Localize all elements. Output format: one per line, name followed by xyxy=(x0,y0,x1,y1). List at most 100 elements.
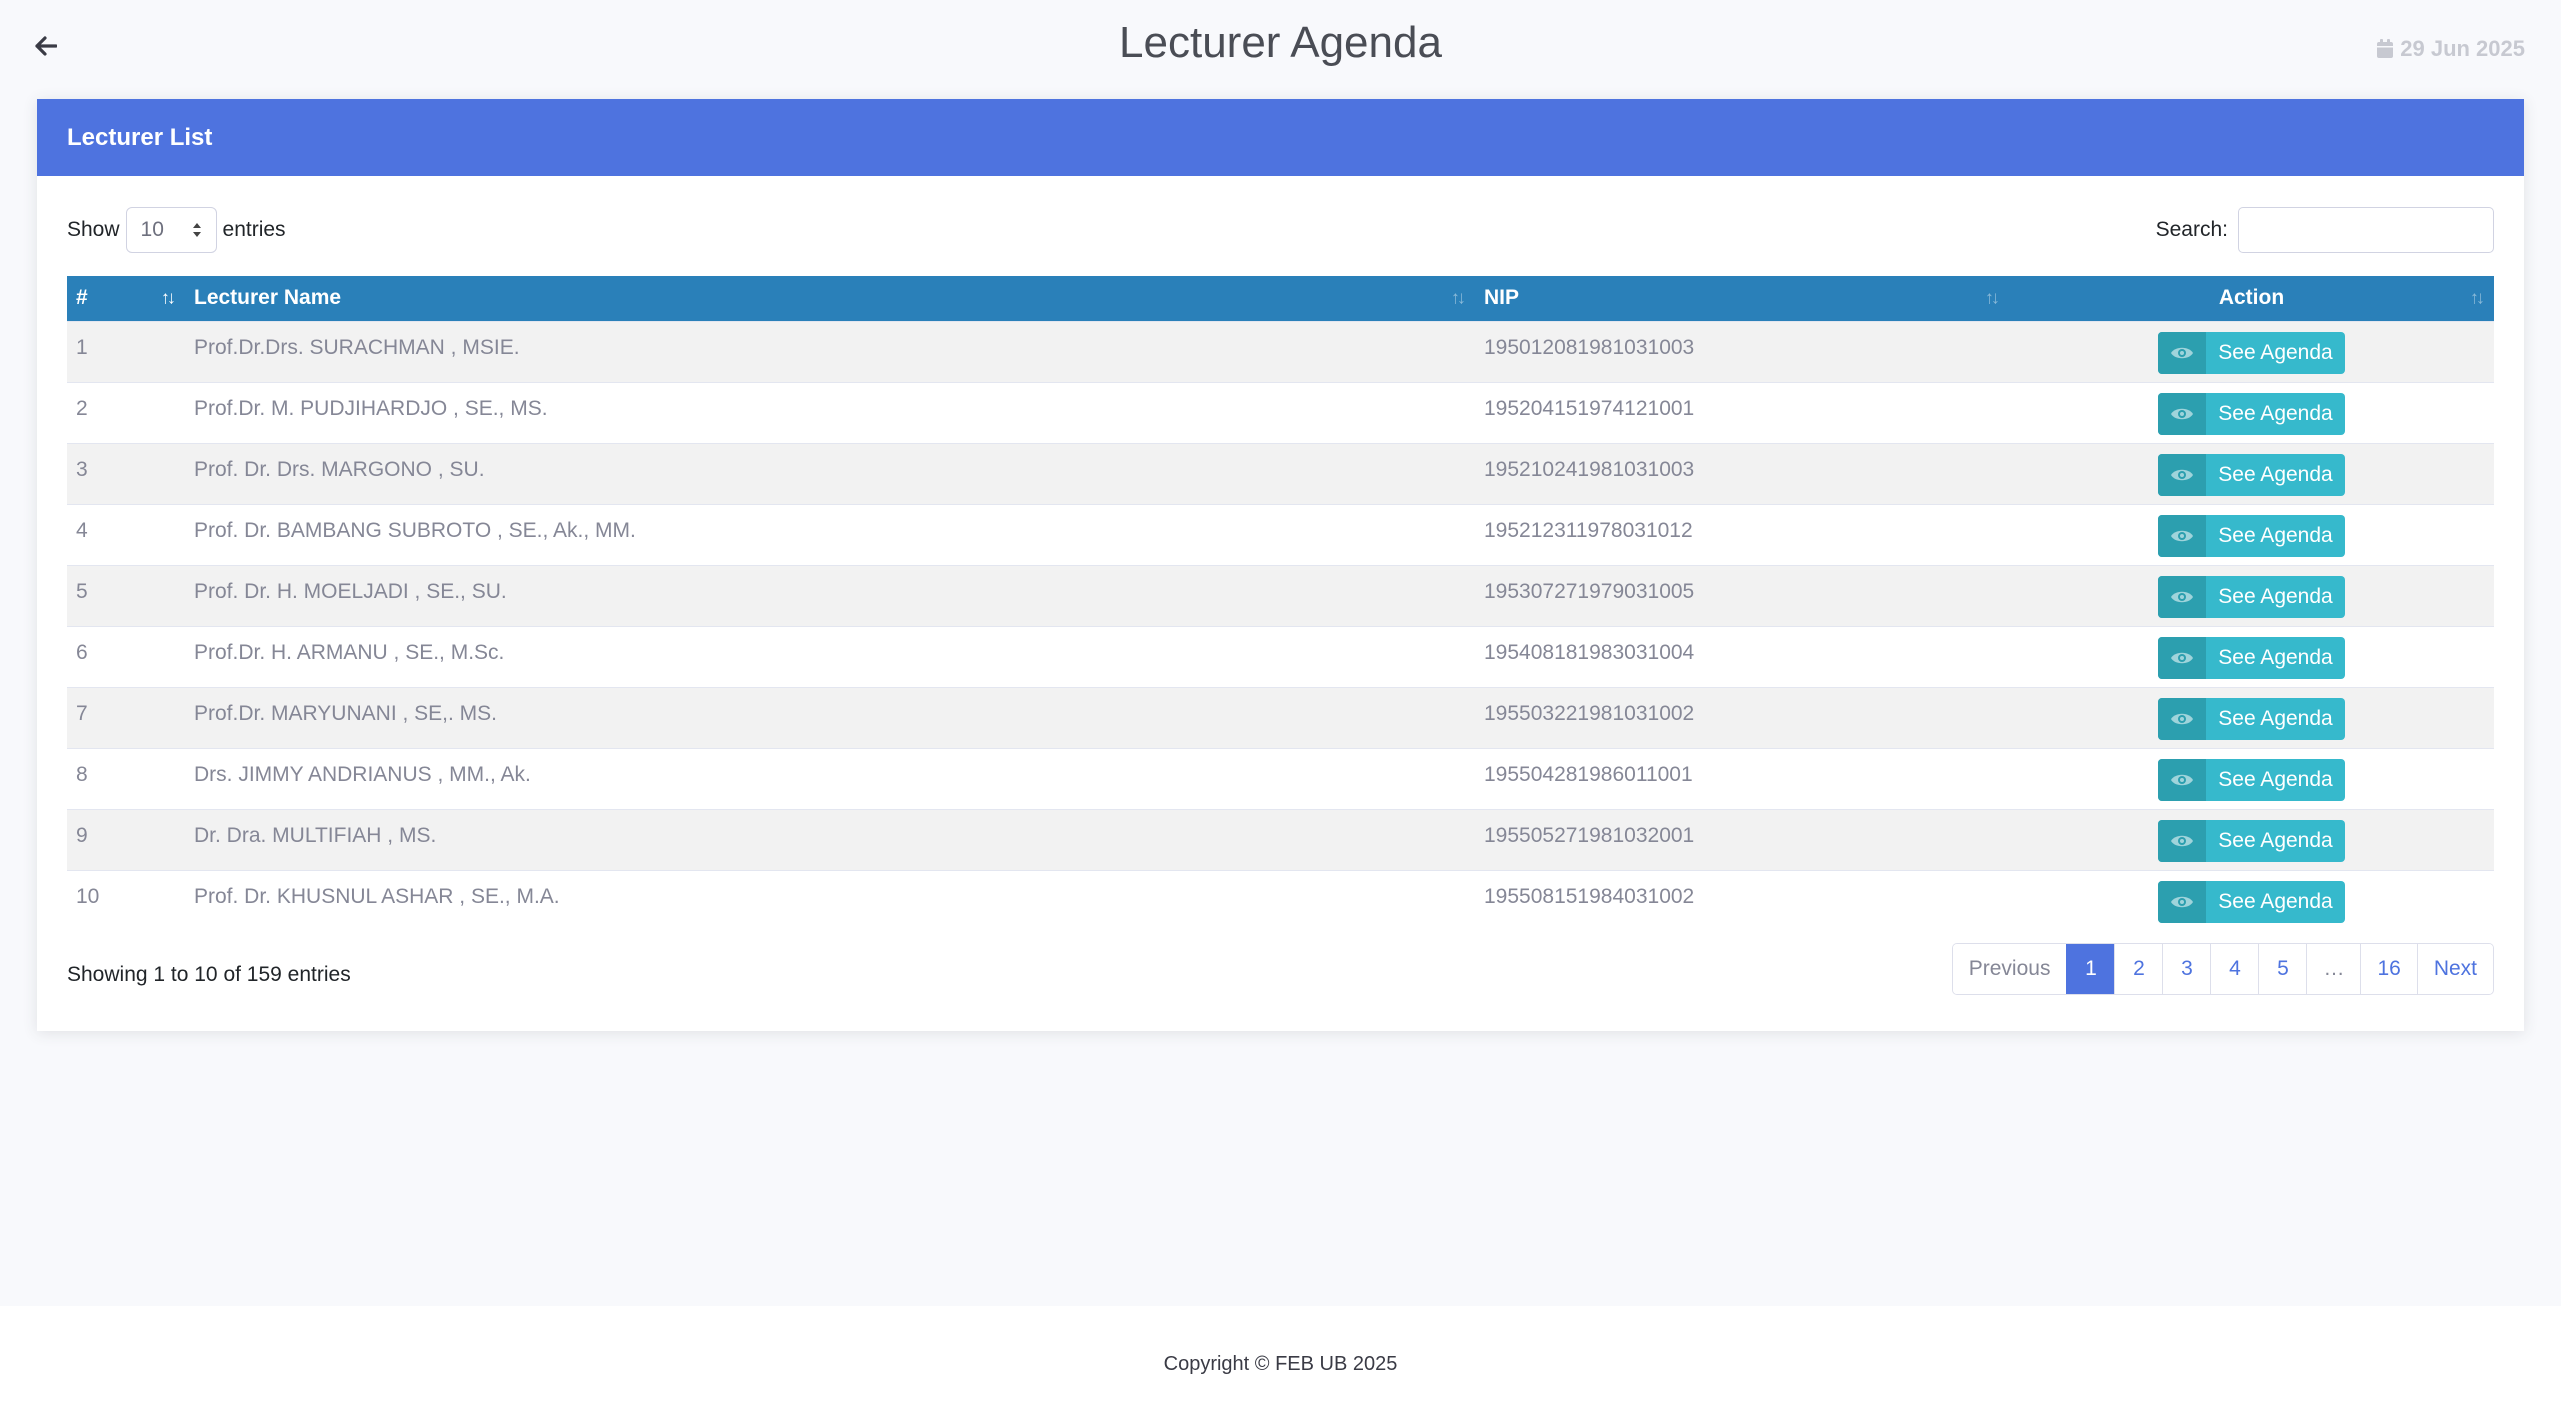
lecturer-nip: 195012081981031003 xyxy=(1475,320,2009,382)
copyright-text: Copyright © FEB UB 2025 xyxy=(1163,1353,1398,1375)
row-number: 7 xyxy=(67,686,185,748)
lecturer-name: Prof. Dr. BAMBANG SUBROTO , SE., Ak., MM… xyxy=(185,503,1475,565)
lecturer-nip: 195504281986011001 xyxy=(1475,747,2009,809)
page-button-16[interactable]: 16 xyxy=(2360,944,2417,994)
lecturer-nip: 195503221981031002 xyxy=(1475,686,2009,748)
eye-icon xyxy=(2171,469,2194,480)
see-agenda-label: See Agenda xyxy=(2218,523,2333,547)
page-button-5[interactable]: 5 xyxy=(2258,944,2307,994)
table-row: 5 Prof. Dr. H. MOELJADI , SE., SU. 19530… xyxy=(67,564,2494,626)
see-agenda-label: See Agenda xyxy=(2218,889,2333,913)
eye-icon xyxy=(2171,774,2194,785)
date-text: 29 Jun 2025 xyxy=(2400,36,2525,61)
lecturer-name: Prof. Dr. Drs. MARGONO , SU. xyxy=(185,442,1475,504)
table-row: 1 Prof.Dr.Drs. SURACHMAN , MSIE. 1950120… xyxy=(67,320,2494,382)
row-number: 6 xyxy=(67,625,185,687)
column-header-name[interactable]: Lecturer Name ↑↓ xyxy=(185,276,1475,321)
see-agenda-label: See Agenda xyxy=(2218,462,2333,486)
see-agenda-label: See Agenda xyxy=(2218,340,2333,364)
see-agenda-button[interactable]: See Agenda xyxy=(2158,453,2345,496)
row-number: 1 xyxy=(67,320,185,382)
lecturer-nip: 195212311978031012 xyxy=(1475,503,2009,565)
table-row: 6 Prof.Dr. H. ARMANU , SE., M.Sc. 195408… xyxy=(67,625,2494,687)
page-button-4[interactable]: 4 xyxy=(2210,944,2259,994)
top-bar: Lecturer Agenda 29 Jun 2025 xyxy=(0,0,2561,98)
see-agenda-label: See Agenda xyxy=(2218,645,2333,669)
next-page-button[interactable]: Next xyxy=(2416,944,2493,994)
table-row: 4 Prof. Dr. BAMBANG SUBROTO , SE., Ak., … xyxy=(67,503,2494,565)
row-number: 8 xyxy=(67,747,185,809)
lecturer-list-card: Lecturer List Show 10 entries Search: # … xyxy=(37,99,2524,1031)
lecturer-name: Drs. JIMMY ANDRIANUS , MM., Ak. xyxy=(185,747,1475,809)
page-length-value: 10 xyxy=(140,218,164,241)
lecturer-nip: 195505271981032001 xyxy=(1475,808,2009,870)
table-row: 8 Drs. JIMMY ANDRIANUS , MM., Ak. 195504… xyxy=(67,747,2494,809)
lecturer-nip: 195307271979031005 xyxy=(1475,564,2009,626)
calendar-icon xyxy=(2377,39,2394,58)
lecturer-name: Prof.Dr.Drs. SURACHMAN , MSIE. xyxy=(185,320,1475,382)
page-button-1[interactable]: 1 xyxy=(2066,944,2115,994)
see-agenda-button[interactable]: See Agenda xyxy=(2158,758,2345,801)
lecturer-nip: 195508151984031002 xyxy=(1475,869,2009,931)
pagination: Previous 1 2 3 4 5 … 16 Next xyxy=(1951,943,2494,995)
sort-asc-icon: ↑↓ xyxy=(161,287,176,308)
lecturer-name: Prof.Dr. M. PUDJIHARDJO , SE., MS. xyxy=(185,381,1475,443)
table-row: 3 Prof. Dr. Drs. MARGONO , SU. 195210241… xyxy=(67,442,2494,504)
page-length-select[interactable]: 10 xyxy=(125,207,217,253)
sort-icon: ↑↓ xyxy=(1451,287,1466,308)
see-agenda-button[interactable]: See Agenda xyxy=(2158,636,2345,679)
page-button-2[interactable]: 2 xyxy=(2114,944,2163,994)
current-date: 29 Jun 2025 xyxy=(2376,36,2525,62)
row-number: 9 xyxy=(67,808,185,870)
row-number: 4 xyxy=(67,503,185,565)
page-button-3[interactable]: 3 xyxy=(2162,944,2211,994)
search-label: Search: xyxy=(2155,218,2228,241)
eye-icon xyxy=(2171,652,2194,663)
table-row: 7 Prof.Dr. MARYUNANI , SE,. MS. 19550322… xyxy=(67,686,2494,748)
page-length-control: Show 10 entries xyxy=(67,207,286,253)
see-agenda-button[interactable]: See Agenda xyxy=(2158,697,2345,740)
eye-icon xyxy=(2171,896,2194,907)
search-input[interactable] xyxy=(2238,207,2494,253)
lecturer-nip: 195408181983031004 xyxy=(1475,625,2009,687)
page-title: Lecturer Agenda xyxy=(1119,18,1442,67)
lecturer-name: Prof.Dr. MARYUNANI , SE,. MS. xyxy=(185,686,1475,748)
table-controls: Show 10 entries Search: xyxy=(67,206,2494,254)
eye-icon xyxy=(2171,835,2194,846)
see-agenda-button[interactable]: See Agenda xyxy=(2158,514,2345,557)
table-row: 9 Dr. Dra. MULTIFIAH , MS. 1955052719810… xyxy=(67,808,2494,870)
row-number: 10 xyxy=(67,869,185,931)
table-row: 2 Prof.Dr. M. PUDJIHARDJO , SE., MS. 195… xyxy=(67,381,2494,443)
lecturer-name: Prof. Dr. H. MOELJADI , SE., SU. xyxy=(185,564,1475,626)
table-header-row: # ↑↓ Lecturer Name ↑↓ NIP ↑↓ Action ↑↓ xyxy=(67,276,2494,321)
see-agenda-label: See Agenda xyxy=(2218,401,2333,425)
row-number: 2 xyxy=(67,381,185,443)
row-number: 3 xyxy=(67,442,185,504)
table-row: 10 Prof. Dr. KHUSNUL ASHAR , SE., M.A. 1… xyxy=(67,869,2494,931)
see-agenda-button[interactable]: See Agenda xyxy=(2158,392,2345,435)
previous-page-button[interactable]: Previous xyxy=(1952,944,2067,994)
page-ellipsis: … xyxy=(2306,944,2361,994)
see-agenda-button[interactable]: See Agenda xyxy=(2158,575,2345,618)
lecturer-name: Prof. Dr. KHUSNUL ASHAR , SE., M.A. xyxy=(185,869,1475,931)
entries-label: entries xyxy=(222,218,286,241)
column-header-nip[interactable]: NIP ↑↓ xyxy=(1475,276,2009,321)
lecturer-name: Prof.Dr. H. ARMANU , SE., M.Sc. xyxy=(185,625,1475,687)
lecturer-nip: 195204151974121001 xyxy=(1475,381,2009,443)
see-agenda-button[interactable]: See Agenda xyxy=(2158,819,2345,862)
show-label: Show xyxy=(67,218,120,241)
search-control: Search: xyxy=(2156,207,2494,253)
see-agenda-button[interactable]: See Agenda xyxy=(2158,331,2345,374)
sort-icon: ↑↓ xyxy=(1985,287,2000,308)
eye-icon xyxy=(2171,591,2194,602)
column-header-action[interactable]: Action ↑↓ xyxy=(2009,276,2494,321)
see-agenda-label: See Agenda xyxy=(2218,706,2333,730)
see-agenda-label: See Agenda xyxy=(2218,828,2333,852)
see-agenda-label: See Agenda xyxy=(2218,584,2333,608)
column-header-number[interactable]: # ↑↓ xyxy=(67,276,185,321)
card-title: Lecturer List xyxy=(37,99,2524,176)
footer: Copyright © FEB UB 2025 xyxy=(0,1306,2561,1423)
see-agenda-button[interactable]: See Agenda xyxy=(2158,880,2345,923)
lecturer-nip: 195210241981031003 xyxy=(1475,442,2009,504)
table-info: Showing 1 to 10 of 159 entries xyxy=(67,963,351,986)
